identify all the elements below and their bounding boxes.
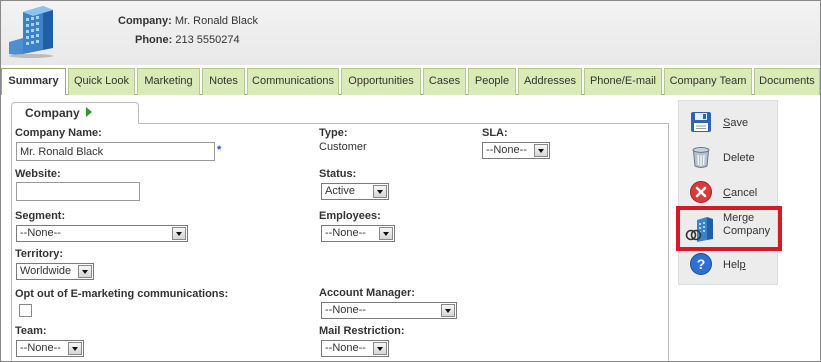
chevron-down-icon[interactable] (373, 342, 387, 355)
building-logo-icon (9, 6, 53, 58)
required-marker: * (217, 144, 222, 156)
chevron-down-icon[interactable] (441, 304, 455, 317)
type-value: Customer (319, 141, 367, 153)
chevron-down-icon[interactable] (373, 185, 387, 198)
mail-restriction-label: Mail Restriction: (319, 325, 405, 337)
account-manager-label: Account Manager: (319, 287, 415, 299)
territory-value: Worldwide (20, 265, 72, 277)
actions-sidebar: Save Delete Cancel Merge Company ? Help (678, 100, 778, 285)
sla-value: --None-- (486, 144, 527, 156)
help-label: Help (723, 259, 746, 271)
tab-marketing[interactable]: Marketing (137, 68, 200, 95)
website-label: Website: (15, 168, 61, 180)
opt-out-label: Opt out of E-marketing communications: (15, 288, 229, 300)
territory-select[interactable]: Worldwide (16, 263, 94, 280)
company-panel-tab[interactable]: Company (11, 102, 139, 124)
chevron-down-icon[interactable] (172, 227, 186, 240)
tab-notes[interactable]: Notes (202, 68, 245, 95)
save-button[interactable]: Save (679, 106, 779, 140)
employees-select[interactable]: --None-- (321, 225, 395, 242)
team-label: Team: (15, 325, 47, 337)
tab-summary[interactable]: Summary (1, 68, 66, 96)
sla-label: SLA: (482, 127, 508, 139)
tab-addresses[interactable]: Addresses (518, 68, 582, 95)
account-manager-select[interactable]: --None-- (321, 302, 457, 319)
tab-bar: Summary Quick Look Marketing Notes Commu… (1, 65, 820, 96)
window: Company: Mr. Ronald Black Phone: 213 555… (0, 0, 821, 362)
expand-arrow-icon (85, 107, 92, 117)
company-name-label: Company Name: (15, 127, 102, 139)
merge-company-highlight (676, 206, 782, 251)
company-name-input[interactable] (16, 142, 215, 161)
company-panel: Company Name: * Website: Segment: --None… (11, 123, 669, 361)
territory-label: Territory: (15, 248, 64, 260)
save-label: Save (723, 117, 749, 129)
type-label: Type: (319, 127, 348, 139)
tab-communications[interactable]: Communications (247, 68, 339, 95)
employees-label: Employees: (319, 210, 381, 222)
tab-company-team[interactable]: Company Team (664, 68, 752, 95)
cancel-label: Cancel (723, 187, 758, 199)
status-label: Status: (319, 168, 357, 180)
help-button[interactable]: ? Help (679, 248, 779, 282)
mail-restriction-select[interactable]: --None-- (321, 340, 389, 357)
panel-title: Company (25, 106, 80, 120)
floppy-disk-icon (691, 112, 711, 132)
segment-select[interactable]: --None-- (16, 225, 188, 242)
delete-label: Delete (723, 152, 755, 164)
segment-value: --None-- (20, 227, 61, 239)
svg-text:?: ? (697, 256, 706, 272)
tab-opportunities[interactable]: Opportunities (341, 68, 421, 95)
chevron-down-icon[interactable] (78, 265, 92, 278)
team-select[interactable]: --None-- (16, 340, 84, 357)
chevron-down-icon[interactable] (534, 144, 548, 157)
status-value: Active (325, 185, 355, 197)
mail-restriction-value: --None-- (325, 342, 366, 354)
phone-value: 213 5550274 (175, 34, 240, 46)
chevron-down-icon[interactable] (379, 227, 393, 240)
tab-cases[interactable]: Cases (423, 68, 466, 95)
help-question-icon: ? (690, 253, 712, 275)
cancel-button[interactable]: Cancel (679, 176, 779, 210)
sla-select[interactable]: --None-- (482, 142, 550, 159)
status-select[interactable]: Active (321, 183, 389, 200)
delete-button[interactable]: Delete (679, 141, 779, 175)
cancel-x-icon (690, 181, 712, 203)
tab-quick-look[interactable]: Quick Look (68, 68, 135, 95)
phone-label: Phone: (135, 34, 173, 46)
company-value: Mr. Ronald Black (174, 15, 258, 27)
employees-value: --None-- (325, 227, 366, 239)
segment-label: Segment: (15, 210, 66, 222)
chevron-down-icon[interactable] (68, 342, 82, 355)
content-area: Company Company Name: * Website: Segment… (1, 95, 820, 361)
team-value: --None-- (20, 342, 61, 354)
header: Company: Mr. Ronald Black Phone: 213 555… (1, 1, 820, 65)
header-phone: Phone: 213 5550274 (135, 34, 240, 46)
account-manager-value: --None-- (325, 304, 366, 316)
company-label: Company: (118, 15, 172, 27)
tab-documents[interactable]: Documents (754, 68, 820, 95)
tab-phone-email[interactable]: Phone/E-mail (584, 68, 662, 95)
header-company: Company: Mr. Ronald Black (118, 15, 258, 27)
tab-people[interactable]: People (468, 68, 516, 95)
trash-can-icon (692, 147, 710, 168)
opt-out-checkbox[interactable] (19, 304, 32, 317)
website-input[interactable] (16, 182, 140, 201)
